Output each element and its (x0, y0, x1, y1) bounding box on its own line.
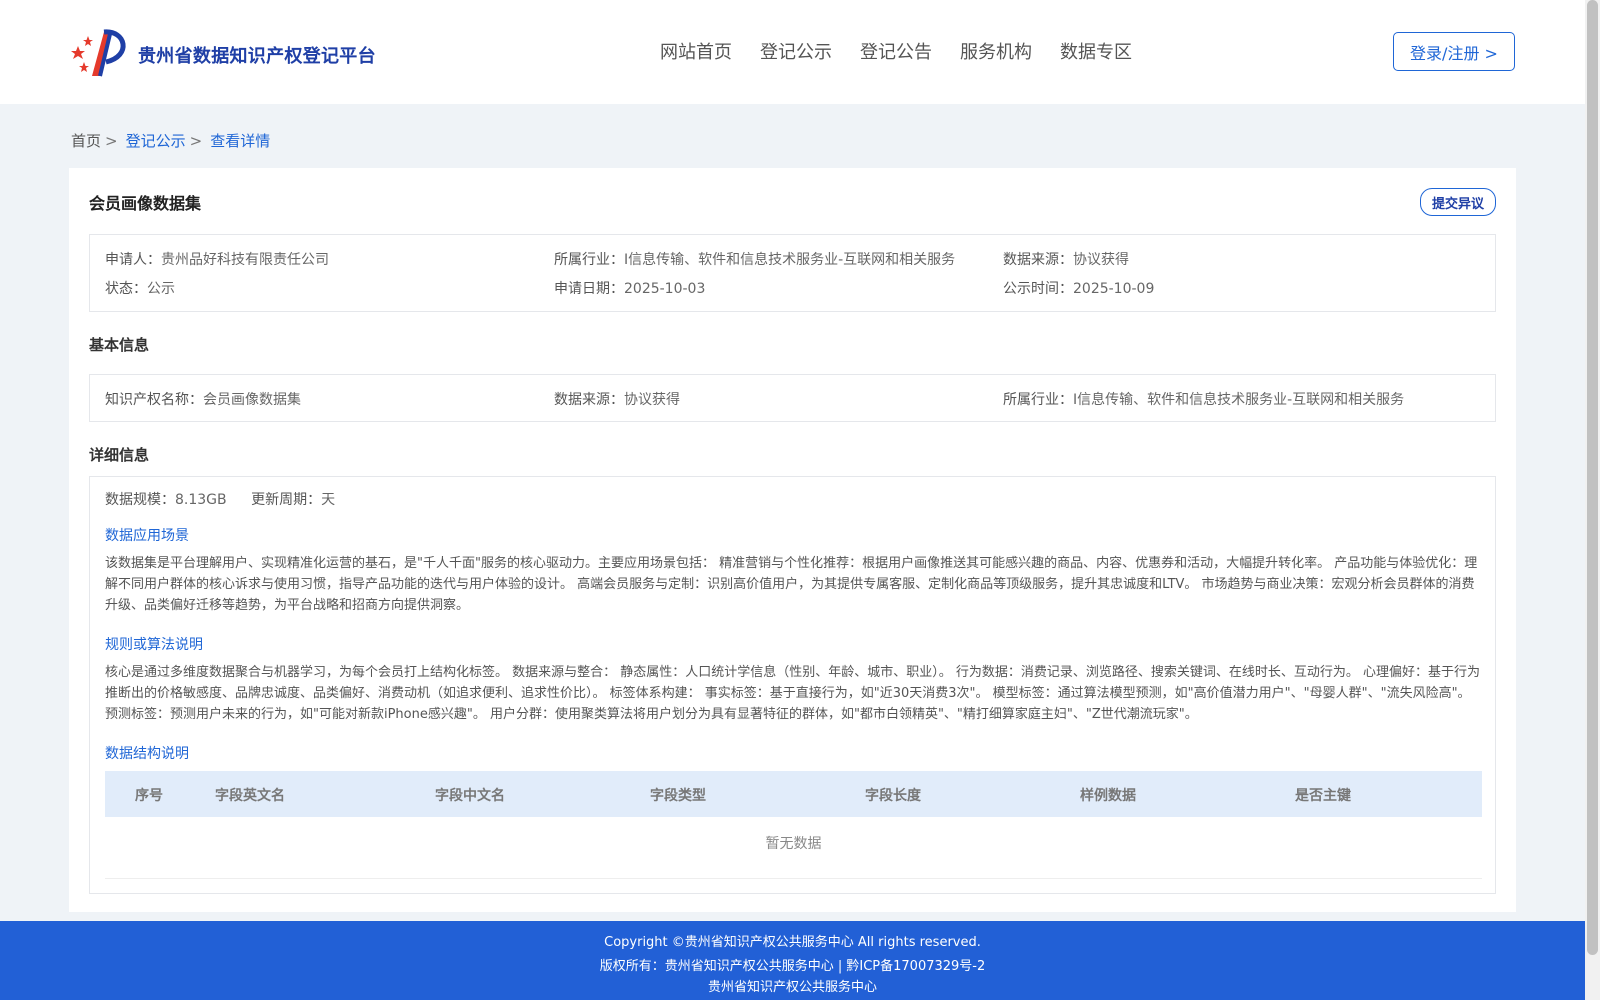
data-scale-field: 数据规模：8.13GB 更新周期：天 (105, 489, 335, 509)
scenario-text: 该数据集是平台理解用户、实现精准化运营的基石，是"千人千面"服务的核心驱动力。主… (105, 556, 1478, 613)
column-header-index: 序号 (135, 788, 163, 804)
data-scale-label: 数据规模： (105, 492, 175, 508)
basic-industry-field: 所属行业：I信息传输、软件和信息技术服务业-互联网和相关服务 (1003, 389, 1404, 409)
column-header-field-type: 字段类型 (650, 788, 706, 804)
column-header-primary-key: 是否主键 (1295, 788, 1351, 804)
nav-item-service-agencies[interactable]: 服务机构 (960, 38, 1032, 64)
basic-industry-label: 所属行业： (1003, 392, 1073, 408)
basic-info-box: 知识产权名称：会员画像数据集 数据来源：协议获得 所属行业：I信息传输、软件和信… (89, 374, 1496, 422)
basic-source-label: 数据来源： (554, 392, 624, 408)
publish-date-field: 公示时间：2025-10-09 (1003, 278, 1154, 298)
basic-info-title: 基本信息 (89, 336, 150, 354)
apply-date-field: 申请日期：2025-10-03 (554, 278, 705, 298)
apply-date-label: 申请日期： (554, 281, 624, 297)
applicant-label: 申请人： (105, 252, 161, 268)
status-field: 状态：公示 (105, 278, 175, 298)
publish-date-value: 2025-10-09 (1073, 281, 1155, 297)
column-header-chinese-name: 字段中文名 (435, 788, 505, 804)
status-label: 状态： (105, 281, 147, 297)
page-scrollbar[interactable] (1585, 0, 1600, 1000)
breadcrumb-registration-publicity[interactable]: 登记公示 (126, 132, 186, 150)
footer-copyright: Copyright ©贵州省知识产权公共服务中心 All rights rese… (604, 935, 981, 950)
dataset-detail-card: 会员画像数据集 提交异议 申请人：贵州品好科技有限责任公司 所属行业：I信息传输… (69, 168, 1516, 912)
data-scale-value: 8.13GB (175, 492, 227, 508)
nav-item-registration-publicity[interactable]: 登记公示 (760, 38, 832, 64)
update-cycle-label: 更新周期： (251, 492, 322, 508)
industry-field: 所属行业：I信息传输、软件和信息技术服务业-互联网和相关服务 (554, 249, 955, 269)
breadcrumb: 首页 > 登记公示 > 查看详情 (71, 130, 270, 151)
applicant-value: 贵州品好科技有限责任公司 (161, 252, 329, 268)
column-header-english-name: 字段英文名 (215, 788, 285, 804)
nav-item-data-zone[interactable]: 数据专区 (1060, 38, 1132, 64)
status-value: 公示 (147, 281, 175, 297)
table-divider (105, 878, 1482, 879)
table-empty-message: 暂无数据 (765, 836, 822, 852)
apply-date-value: 2025-10-03 (624, 281, 706, 297)
summary-box: 申请人：贵州品好科技有限责任公司 所属行业：I信息传输、软件和信息技术服务业-互… (89, 234, 1496, 312)
ip-name-label: 知识产权名称： (105, 392, 203, 408)
ip-name-value: 会员画像数据集 (203, 392, 301, 408)
header: 贵州省数据知识产权登记平台 网站首页 登记公示 登记公告 服务机构 数据专区 登… (0, 0, 1585, 104)
nav-item-home[interactable]: 网站首页 (660, 38, 732, 64)
scenario-title: 数据应用场景 (105, 528, 189, 544)
login-register-button[interactable]: 登录/注册 > (1393, 32, 1515, 71)
column-header-sample-data: 样例数据 (1080, 788, 1136, 804)
rules-title: 规则或算法说明 (105, 637, 203, 653)
applicant-field: 申请人：贵州品好科技有限责任公司 (105, 249, 329, 269)
structure-table-header: 序号 字段英文名 字段中文名 字段类型 字段长度 样例数据 是否主键 (105, 771, 1482, 817)
industry-value: I信息传输、软件和信息技术服务业-互联网和相关服务 (624, 252, 956, 268)
nav-item-registration-announcement[interactable]: 登记公告 (860, 38, 932, 64)
breadcrumb-home[interactable]: 首页 (71, 132, 101, 150)
detail-info-box: 数据规模：8.13GB 更新周期：天 数据应用场景 该数据集是平台理解用户、实现… (89, 476, 1496, 894)
basic-source-field: 数据来源：协议获得 (554, 389, 680, 409)
footer: Copyright ©贵州省知识产权公共服务中心 All rights rese… (0, 921, 1585, 1000)
source-label: 数据来源： (1003, 252, 1073, 268)
rules-text: 核心是通过多维度数据聚合与机器学习，为每个会员打上结构化标签。 数据来源与整合：… (105, 665, 1481, 722)
breadcrumb-view-details: 查看详情 (210, 132, 271, 150)
publish-date-label: 公示时间： (1003, 281, 1073, 297)
source-value: 协议获得 (1073, 252, 1129, 268)
dataset-title: 会员画像数据集 (89, 194, 202, 213)
breadcrumb-separator: > (105, 132, 118, 150)
main-nav: 网站首页 登记公示 登记公告 服务机构 数据专区 (660, 38, 1160, 64)
footer-org: 贵州省知识产权公共服务中心 (707, 980, 877, 995)
submit-objection-button[interactable]: 提交异议 (1420, 188, 1496, 216)
ip-name-field: 知识产权名称：会员画像数据集 (105, 389, 301, 409)
breadcrumb-separator: > (189, 132, 203, 150)
detail-info-title: 详细信息 (89, 446, 150, 464)
column-header-field-length: 字段长度 (865, 788, 921, 804)
site-logo-icon[interactable] (70, 26, 130, 78)
update-cycle-value: 天 (321, 492, 336, 508)
footer-rights[interactable]: 版权所有：贵州省知识产权公共服务中心 | 黔ICP备17007329号-2 (0, 955, 1585, 979)
basic-industry-value: I信息传输、软件和信息技术服务业-互联网和相关服务 (1073, 392, 1405, 408)
source-field: 数据来源：协议获得 (1003, 249, 1129, 269)
structure-title: 数据结构说明 (105, 746, 189, 762)
basic-source-value: 协议获得 (624, 392, 680, 408)
scrollbar-thumb[interactable] (1587, 0, 1598, 955)
site-name[interactable]: 贵州省数据知识产权登记平台 (138, 42, 376, 68)
industry-label: 所属行业： (554, 252, 624, 268)
